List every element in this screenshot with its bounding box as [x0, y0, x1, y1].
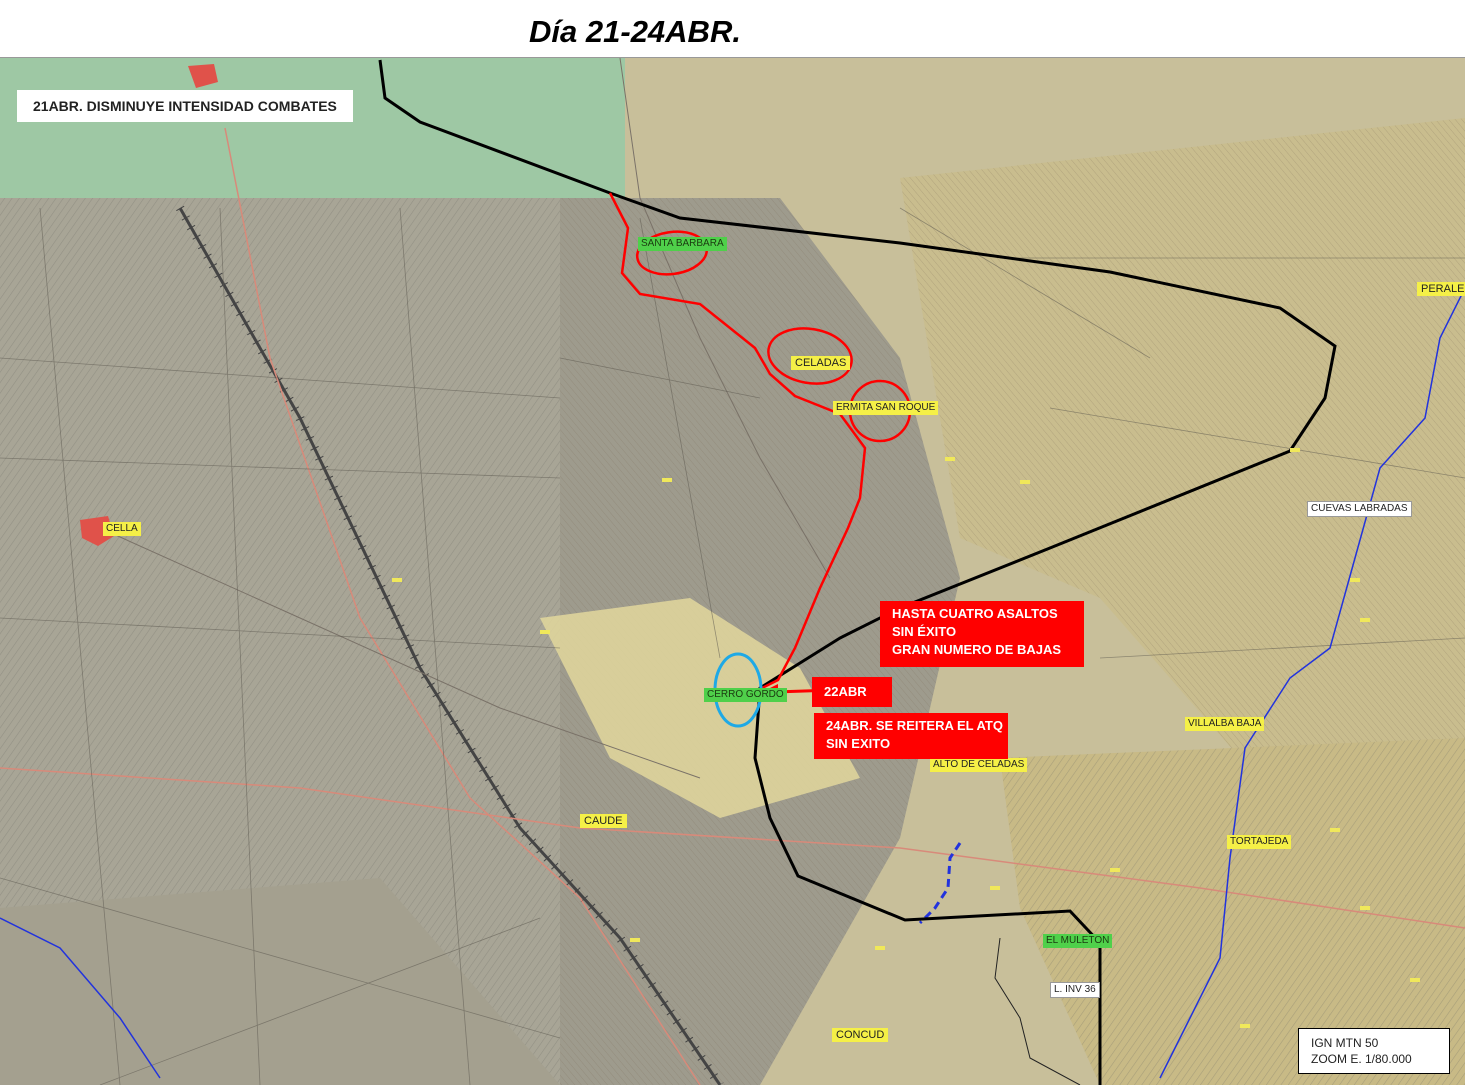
place-concud: CONCUD: [832, 1028, 889, 1042]
place-san-roque: ERMITA SAN ROQUE: [833, 401, 939, 415]
map-tag: [945, 457, 955, 461]
map-tag: [875, 946, 885, 950]
map-tag: [1110, 868, 1120, 872]
place-celadas: CELADAS: [791, 356, 851, 370]
map-tag: [630, 938, 640, 942]
map-title: Día 21-24ABR.: [529, 14, 741, 49]
map-canvas: [0, 58, 1465, 1085]
map-tag: [1360, 906, 1370, 910]
callout-assaults: HASTA CUATRO ASALTOS SIN ÉXITO GRAN NUME…: [880, 601, 1084, 667]
callout-assaults-line1: HASTA CUATRO ASALTOS: [892, 606, 1058, 621]
callout-24abr-line1: 24ABR. SE REITERA EL ATQ: [826, 718, 1003, 733]
callout-24abr-line2: SIN EXITO: [826, 736, 891, 751]
callout-assaults-line2: SIN ÉXITO: [892, 624, 957, 639]
place-villalba-baja: VILLALBA BAJA: [1185, 717, 1265, 731]
map-tag: [662, 478, 672, 482]
callout-assaults-line3: GRAN NUMERO DE BAJAS: [892, 642, 1062, 657]
callout-22abr: 22ABR: [812, 677, 892, 707]
map-tag: [392, 578, 402, 582]
place-caude: CAUDE: [580, 814, 627, 828]
topographic-map[interactable]: SANTA BARBARA CELADAS ERMITA SAN ROQUE C…: [0, 57, 1465, 1085]
scale-zoom: ZOOM E. 1/80.000: [1311, 1052, 1412, 1066]
map-tag: [1410, 978, 1420, 982]
map-tag: [1290, 448, 1300, 452]
callout-24abr: 24ABR. SE REITERA EL ATQ SIN EXITO: [814, 713, 1008, 759]
scale-source: IGN MTN 50: [1311, 1036, 1379, 1050]
place-santa-barbara: SANTA BARBARA: [638, 237, 727, 251]
map-tag: [1350, 578, 1360, 582]
scale-legend: IGN MTN 50 ZOOM E. 1/80.000: [1298, 1028, 1450, 1074]
place-inv36: L. INV 36: [1050, 982, 1100, 998]
place-tortajeda: TORTAJEDA: [1227, 835, 1292, 849]
map-tag: [990, 886, 1000, 890]
map-tag: [540, 630, 550, 634]
place-cuevas-labradas: CUEVAS LABRADAS: [1307, 501, 1412, 517]
place-alto-celadas: ALTO DE CELADAS: [930, 758, 1028, 772]
map-tag: [1360, 618, 1370, 622]
map-tag: [1330, 828, 1340, 832]
place-cerro-gordo: CERRO GORDO: [704, 688, 787, 702]
place-peralejos: PERALE: [1417, 282, 1465, 296]
headline-box: 21ABR. DISMINUYE INTENSIDAD COMBATES: [17, 90, 353, 122]
map-tag: [1240, 1024, 1250, 1028]
map-tag: [1020, 480, 1030, 484]
place-cella: CELLA: [103, 522, 141, 536]
terrain-green-field: [0, 58, 625, 208]
place-el-muleton: EL MULETON: [1043, 934, 1113, 948]
